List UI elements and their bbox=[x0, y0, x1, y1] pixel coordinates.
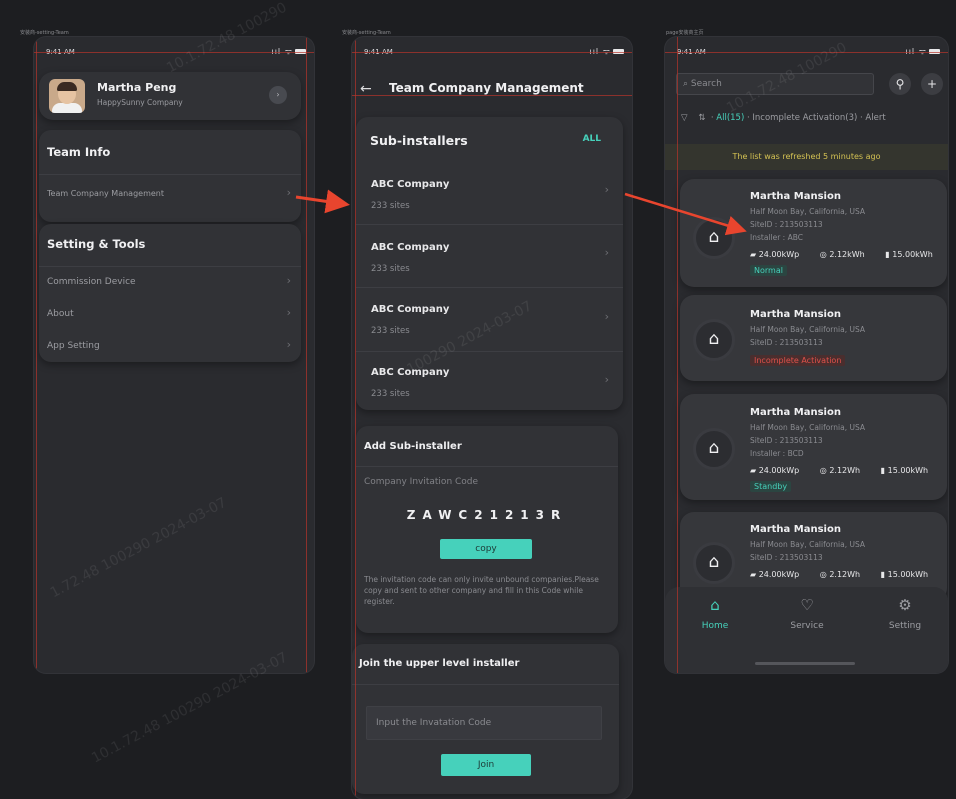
flow-arrow-2 bbox=[624, 192, 747, 236]
flow-arrows bbox=[295, 189, 747, 236]
flow-arrow-1 bbox=[295, 189, 350, 214]
